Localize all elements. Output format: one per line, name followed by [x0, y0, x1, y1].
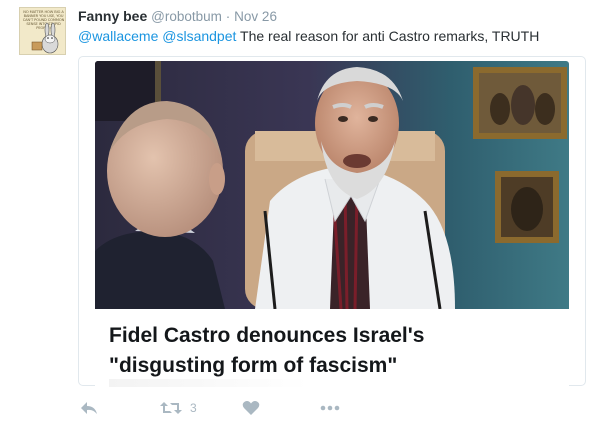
like-button[interactable]	[242, 398, 260, 418]
card-description-fade	[109, 379, 309, 387]
author-name[interactable]: Fanny bee	[78, 8, 147, 24]
castro-photo	[95, 61, 569, 309]
card-body[interactable]: Fidel Castro denounces Israel's "disgust…	[95, 309, 569, 387]
more-icon	[320, 405, 340, 411]
bugs-bunny-icon	[31, 22, 59, 54]
headline-line-1: Fidel Castro denounces Israel's	[109, 324, 425, 347]
tweet-date[interactable]: Nov 26	[234, 9, 277, 24]
mention-link[interactable]: @wallaceme	[78, 28, 158, 44]
author-handle[interactable]: @robotbum	[151, 9, 222, 24]
headline-line-2: "disgusting form of fascism"	[109, 354, 398, 377]
more-button[interactable]	[320, 398, 340, 418]
link-card[interactable]: Fidel Castro denounces Israel's "disgust…	[78, 56, 586, 387]
retweet-count: 3	[190, 401, 197, 415]
mention-link[interactable]: @slsandpet	[162, 28, 236, 44]
tweet-text: @wallaceme @slsandpet The real reason fo…	[78, 28, 539, 44]
reply-button[interactable]	[80, 398, 98, 418]
retweet-button[interactable]: 3	[160, 398, 197, 418]
avatar[interactable]: NO MATTER HOW BIG A BANNER YOU USE, YOU …	[19, 7, 66, 55]
card-headline[interactable]: Fidel Castro denounces Israel's "disgust…	[109, 321, 559, 381]
tweet-header: Fanny bee @robotbum · Nov 26	[78, 8, 277, 24]
like-icon	[242, 401, 260, 415]
card-photo[interactable]	[95, 61, 569, 309]
reply-icon	[81, 402, 97, 414]
separator: ·	[225, 9, 231, 24]
retweet-icon	[160, 402, 182, 414]
tweet-body: The real reason for anti Castro remarks,…	[240, 28, 540, 44]
